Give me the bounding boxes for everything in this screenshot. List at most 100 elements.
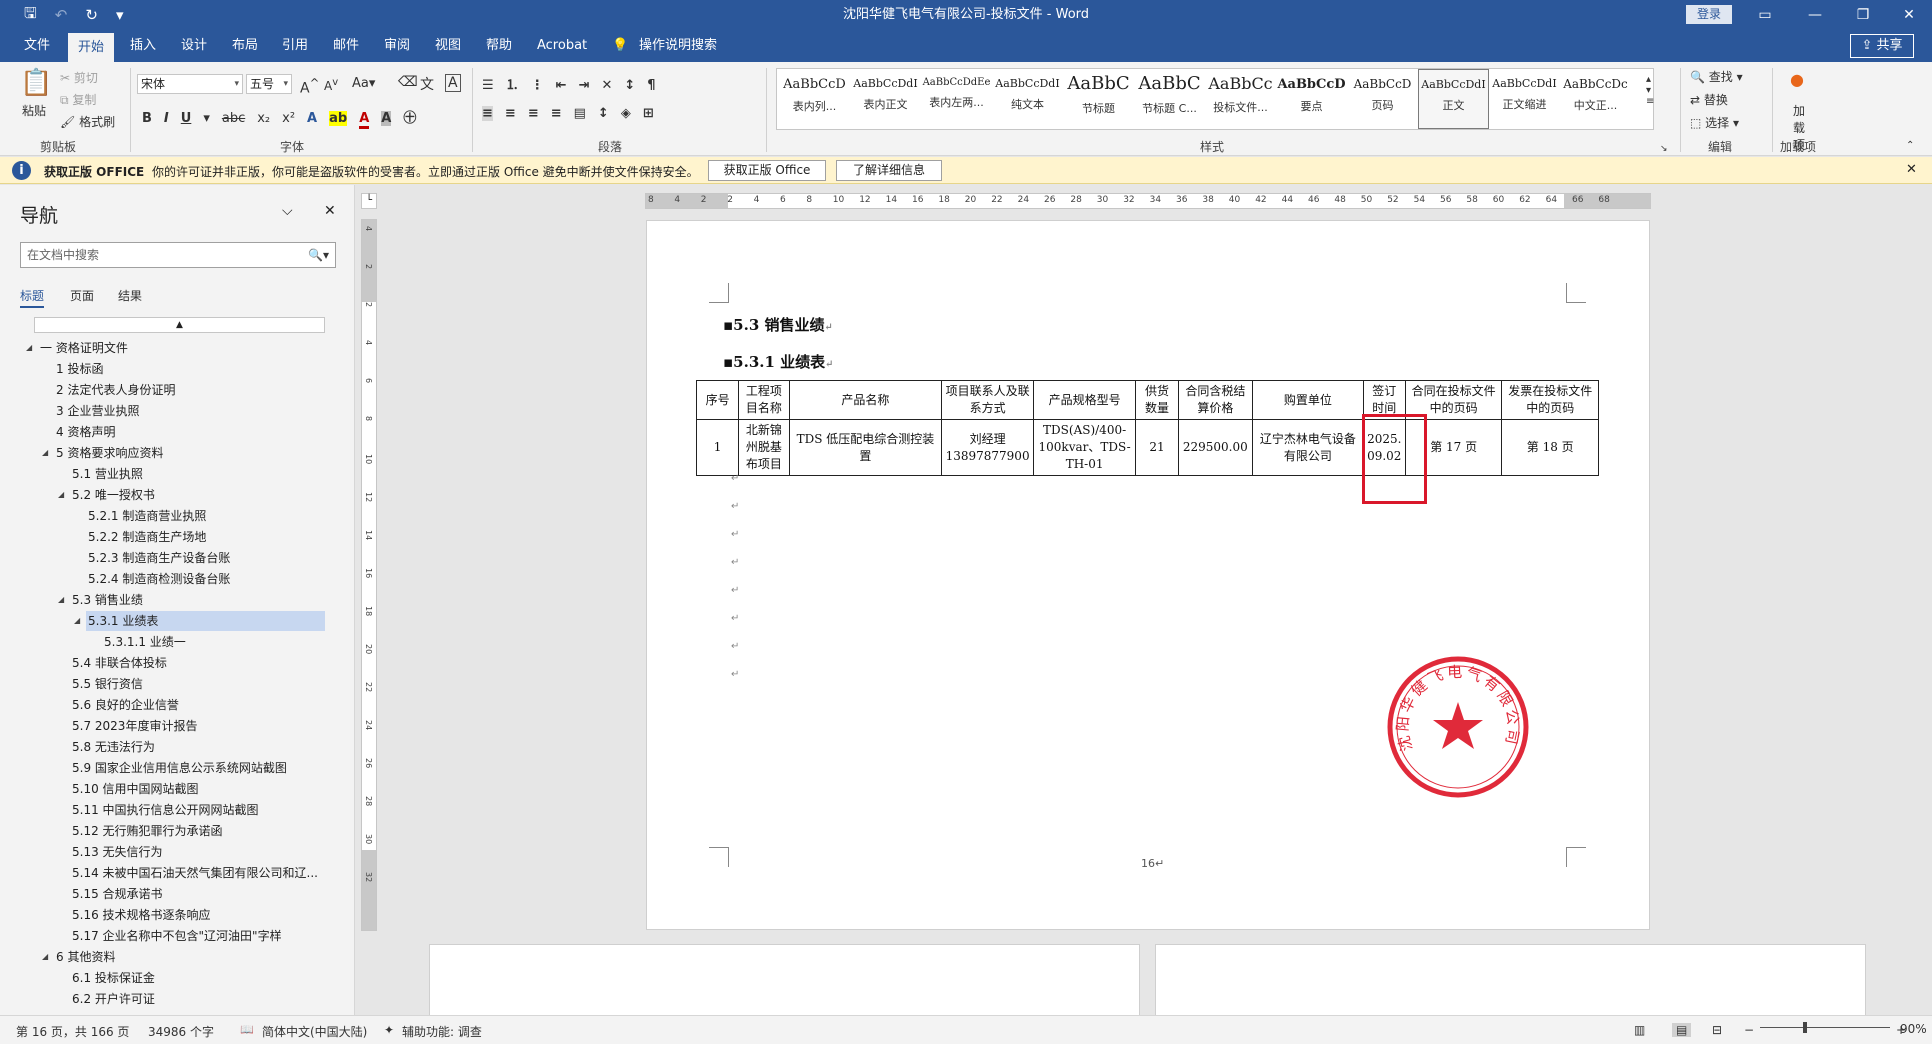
style-item[interactable]: AaBbC 节标题 bbox=[1063, 69, 1134, 129]
zoom-out-icon[interactable]: − bbox=[1744, 1023, 1754, 1037]
close-icon[interactable]: ✕ bbox=[1886, 0, 1932, 30]
bold-icon[interactable]: B bbox=[142, 111, 152, 126]
tab-references[interactable]: 引用 bbox=[282, 30, 308, 62]
enclose-char-icon[interactable]: ㊉ bbox=[403, 107, 416, 126]
copy-button[interactable]: ⧉ 复制 bbox=[60, 91, 96, 108]
horizontal-ruler[interactable]: 8 4 2 2 4 6 8 10 12 14 16 18 20 22 24 26 28 30 32 34 36 38 40 4… bbox=[645, 193, 1651, 209]
next-page-right[interactable] bbox=[1155, 944, 1866, 1024]
nav-tab-pages[interactable]: 页面 bbox=[70, 287, 94, 304]
read-mode-icon[interactable]: ▥ bbox=[1634, 1023, 1645, 1037]
style-item[interactable]: AaBbCc 投标文件... bbox=[1205, 69, 1276, 129]
subscript-icon[interactable]: x₂ bbox=[257, 111, 270, 126]
tab-design[interactable]: 设计 bbox=[181, 30, 207, 62]
style-item[interactable]: AaBbCcDdI 表内正文 bbox=[850, 69, 921, 129]
nav-scroll-up-button[interactable]: ▲ bbox=[34, 317, 325, 333]
paste-icon[interactable]: 📋 bbox=[20, 68, 52, 98]
sort-icon[interactable]: ↕ bbox=[624, 78, 635, 93]
style-item[interactable]: AaBbCcDdI 正文缩进 bbox=[1489, 69, 1560, 129]
accessibility-status[interactable]: 辅助功能: 调查 bbox=[402, 1023, 482, 1040]
align-center-icon[interactable]: ≡ bbox=[505, 106, 516, 121]
dropdown-icon[interactable]: ▾ bbox=[203, 111, 210, 126]
tab-view[interactable]: 视图 bbox=[435, 30, 461, 62]
addins-icon[interactable]: ● bbox=[1790, 70, 1804, 89]
tab-layout[interactable]: 布局 bbox=[232, 30, 258, 62]
select-button[interactable]: ⬚ 选择 ▾ bbox=[1690, 114, 1739, 131]
nav-tab-results[interactable]: 结果 bbox=[118, 287, 142, 304]
word-count-status[interactable]: 34986 个字 bbox=[148, 1023, 214, 1040]
print-layout-icon[interactable]: ▤ bbox=[1672, 1023, 1692, 1037]
decrease-indent-icon[interactable]: ⇤ bbox=[556, 78, 567, 93]
redo-icon[interactable]: ↻ bbox=[85, 6, 98, 24]
highlight-icon[interactable]: ab bbox=[329, 111, 348, 126]
vertical-ruler[interactable]: 4 2 2 4 6 8 10 12 14 16 18 20 22 24 26 28 30 32 bbox=[361, 219, 377, 931]
styles-launcher-icon[interactable]: ↘ bbox=[1660, 144, 1668, 154]
nav-tab-headings[interactable]: 标题 bbox=[20, 287, 45, 308]
numbering-icon[interactable]: ⒈ bbox=[506, 74, 519, 93]
find-button[interactable]: 🔍 查找 ▾ bbox=[1690, 68, 1743, 85]
document-page[interactable]: ▪5.3 销售业绩↵ ▪5.3.1 业绩表↵ 序号 工程项目名称 产品名称 项目… bbox=[646, 220, 1650, 930]
style-item[interactable]: AaBbCcD 页码 bbox=[1347, 69, 1418, 129]
clear-format-icon[interactable]: ⌫ bbox=[398, 74, 418, 90]
tab-selector[interactable]: └ bbox=[361, 193, 377, 209]
style-item[interactable]: AaBbCcD 要点 bbox=[1276, 69, 1347, 129]
get-genuine-office-button[interactable]: 获取正版 Office bbox=[708, 160, 826, 181]
grow-font-button[interactable]: A^ bbox=[300, 76, 319, 97]
login-button[interactable]: 登录 bbox=[1686, 5, 1732, 24]
text-effects-icon[interactable]: A bbox=[307, 111, 317, 126]
zoom-percent[interactable]: 90% bbox=[1900, 1022, 1927, 1036]
expand-collapse-icon[interactable]: ◢ bbox=[58, 485, 64, 505]
replace-button[interactable]: ⇄ 替换 bbox=[1690, 91, 1728, 108]
format-painter-button[interactable]: 🖌 格式刷 bbox=[60, 113, 115, 130]
search-icon[interactable]: 🔍▾ bbox=[308, 243, 329, 267]
page-count-status[interactable]: 第 16 页，共 166 页 bbox=[16, 1023, 129, 1040]
justify-icon[interactable]: ≡ bbox=[551, 106, 562, 121]
font-size-combo[interactable]: 五号 ▾ bbox=[246, 74, 292, 94]
style-item[interactable]: AaBbCcD 表内列... bbox=[779, 69, 850, 129]
tell-me-search[interactable]: 操作说明搜索 bbox=[639, 30, 717, 62]
tab-acrobat[interactable]: Acrobat bbox=[537, 30, 587, 62]
zoom-slider-thumb[interactable] bbox=[1803, 1022, 1807, 1033]
char-shading-icon[interactable]: A bbox=[381, 111, 392, 126]
performance-table[interactable]: 序号 工程项目名称 产品名称 项目联系人及联系方式 产品规格型号 供货数量 合同… bbox=[695, 380, 1599, 476]
style-item[interactable]: AaBbCcDdEe 表内左两... bbox=[921, 69, 992, 129]
strikethrough-icon[interactable]: abc bbox=[222, 111, 245, 126]
tab-home[interactable]: 开始 bbox=[68, 33, 115, 62]
shrink-font-button[interactable]: Av bbox=[324, 77, 338, 93]
style-item[interactable]: AaBbCcDdI 纯文本 bbox=[992, 69, 1063, 129]
line-spacing-icon[interactable]: ↕ bbox=[598, 106, 609, 121]
share-button[interactable]: ⇪ 共享 bbox=[1850, 34, 1914, 58]
cut-button[interactable]: ✂ 剪切 bbox=[60, 69, 98, 86]
expand-collapse-icon[interactable]: ◢ bbox=[26, 338, 32, 358]
chevron-down-icon[interactable]: ⌵ bbox=[282, 203, 293, 219]
show-marks-icon[interactable]: ¶ bbox=[647, 78, 655, 93]
superscript-icon[interactable]: x² bbox=[282, 111, 295, 126]
style-item[interactable]: AaBbC 节标题 C... bbox=[1134, 69, 1205, 129]
nav-search-input[interactable]: 在文档中搜索 🔍▾ bbox=[20, 242, 336, 268]
styles-more-icon[interactable]: ▴ ▾ ≡ bbox=[1646, 74, 1654, 107]
tab-mailings[interactable]: 邮件 bbox=[333, 30, 359, 62]
close-icon[interactable]: ✕ bbox=[324, 203, 336, 219]
collapse-ribbon-icon[interactable]: ⌃ bbox=[1906, 140, 1914, 151]
increase-indent-icon[interactable]: ⇥ bbox=[579, 78, 590, 93]
expand-collapse-icon[interactable]: ◢ bbox=[74, 611, 80, 631]
next-page-left[interactable] bbox=[429, 944, 1140, 1024]
char-border-icon[interactable]: A bbox=[445, 74, 461, 92]
nav-heading-item[interactable]: ◢ 5.3.1 业绩表 bbox=[74, 611, 325, 631]
underline-icon[interactable]: U bbox=[181, 111, 192, 126]
undo-icon[interactable]: ↶ bbox=[55, 6, 68, 24]
multilevel-list-icon[interactable]: ⋮ bbox=[531, 78, 544, 93]
align-right-icon[interactable]: ≡ bbox=[528, 106, 539, 121]
style-item[interactable]: AaBbCcDc 中文正... bbox=[1560, 69, 1631, 129]
zoom-slider-track[interactable] bbox=[1760, 1027, 1890, 1028]
proofing-icon[interactable]: 📖 bbox=[240, 1023, 254, 1036]
tab-help[interactable]: 帮助 bbox=[486, 30, 512, 62]
paste-button[interactable]: 粘贴 bbox=[22, 102, 46, 119]
asian-layout-icon[interactable]: ✕ bbox=[601, 78, 612, 93]
save-icon[interactable]: 🖫 bbox=[24, 3, 37, 28]
web-layout-icon[interactable]: ⊟ bbox=[1712, 1023, 1722, 1037]
expand-collapse-icon[interactable]: ◢ bbox=[42, 947, 48, 967]
style-item-selected[interactable]: AaBbCcDdI 正文 bbox=[1418, 69, 1489, 129]
tab-insert[interactable]: 插入 bbox=[130, 30, 156, 62]
language-status[interactable]: 简体中文(中国大陆) bbox=[262, 1023, 367, 1040]
maximize-icon[interactable]: ❐ bbox=[1840, 0, 1886, 30]
